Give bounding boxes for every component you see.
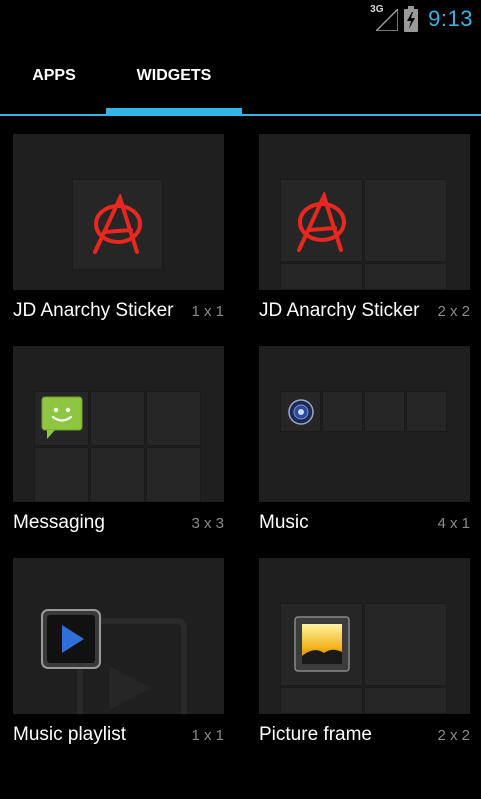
preview-cell [364,179,447,262]
status-icons: 3G 9:13 [370,4,473,34]
selected-tab-indicator [106,108,242,116]
preview-cell [280,263,363,290]
preview-cell [364,603,447,686]
preview-cell [90,391,145,446]
widget-name: JD Anarchy Sticker [259,300,420,321]
widget-size: 1 x 1 [191,726,224,744]
widget-name: JD Anarchy Sticker [13,300,174,321]
preview-cell [322,391,363,432]
preview-cell [406,391,447,432]
widget-size: 1 x 1 [191,302,224,320]
preview-cell [280,687,363,714]
clock: 9:13 [428,6,473,31]
preview-cell [364,391,405,432]
widget-label-row: JD Anarchy Sticker 2 x 2 [259,296,470,326]
preview-cell [34,447,89,502]
tab-widgets[interactable]: WIDGETS [106,38,242,114]
widget-size: 3 x 3 [191,514,224,532]
widget-label-row: Picture frame 2 x 2 [259,720,470,750]
preview-cell [146,391,201,446]
widget-preview [259,558,470,714]
widget-size: 2 x 2 [437,302,470,320]
widget-name: Music [259,512,309,533]
widget-grid: JD Anarchy Sticker 1 x 1 JD Anarchy Stic… [0,116,481,799]
messaging-icon [41,396,83,439]
widget-label-row: Messaging 3 x 3 [13,508,224,538]
widget-name: Picture frame [259,724,372,745]
anarchy-icon [297,192,346,252]
widget-name: Messaging [13,512,105,533]
play-icon [41,609,101,669]
widget-size: 2 x 2 [437,726,470,744]
widget-preview [259,134,470,290]
play-watermark-icon [109,666,151,710]
status-bar: 3G 9:13 [0,0,481,38]
network-signal-icon: 3G [370,4,400,33]
anarchy-icon [93,194,142,254]
widget-label-row: JD Anarchy Sticker 1 x 1 [13,296,224,326]
widget-preview [13,134,224,290]
preview-cell [146,447,201,502]
widget-label-row: Music 4 x 1 [259,508,470,538]
tab-bar: APPS WIDGETS [0,38,481,116]
widget-label-row: Music playlist 1 x 1 [13,720,224,750]
widget-preview [13,346,224,502]
tab-apps[interactable]: APPS [6,38,102,114]
battery-charging-icon [404,6,419,32]
preview-cell [364,687,447,714]
speaker-icon [288,399,314,425]
widget-preview [13,558,224,714]
preview-cell [90,447,145,502]
picture-icon [294,616,350,672]
preview-cell [364,263,447,290]
widget-name: Music playlist [13,724,126,745]
widget-preview [259,346,470,502]
widget-size: 4 x 1 [437,514,470,532]
